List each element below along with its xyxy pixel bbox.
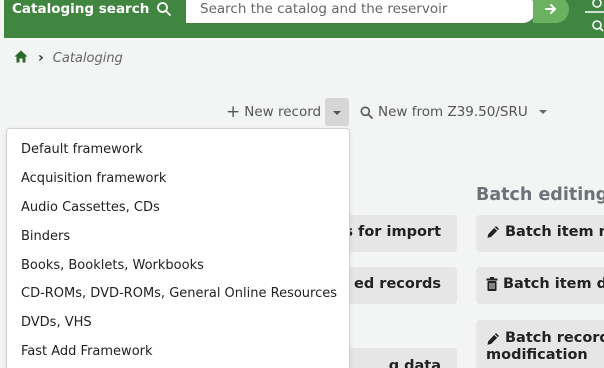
framework-dropdown-menu: Default framework Acquisition framework … [6,128,350,368]
breadcrumb-separator: › [38,50,44,66]
new-from-z3950-label: New from Z39.50/SRU [378,104,528,120]
new-record-button[interactable]: + New record [226,98,321,126]
new-record-dropdown-toggle[interactable] [325,98,349,126]
framework-menu-item[interactable]: DVDs, VHS [21,314,92,332]
batch-record-modification-card[interactable]: Batch record modification [476,320,604,368]
batch-record-modification-line1: Batch record [505,330,604,346]
search-icon [360,106,373,119]
batch-item-deletion-card[interactable]: Batch item d [476,267,604,304]
batch-item-modification-card[interactable]: Batch item m [476,215,604,252]
search-icon[interactable] [156,1,174,17]
trash-icon [486,277,498,291]
breadcrumb: › Cataloging [14,48,123,68]
framework-menu-item[interactable]: Default framework [21,141,143,159]
batch-record-modification-line2: modification [486,347,588,363]
catalog-search-input[interactable] [200,0,520,18]
arrow-right-icon [545,4,556,14]
search-options-icon[interactable] [584,0,604,38]
pencil-icon [487,226,499,238]
header-bar: Cataloging search [4,0,604,38]
framework-menu-item[interactable]: Books, Booklets, Workbooks [21,257,204,275]
caret-down-icon [333,111,341,115]
framework-menu-item[interactable]: CD-ROMs, DVD-ROMs, General Online Resour… [21,285,337,303]
batch-item-deletion-label: Batch item d [503,276,604,292]
framework-menu-item[interactable]: Fast Add Framework [21,343,153,361]
plus-icon: + [226,101,241,122]
framework-menu-item[interactable]: Acquisition framework [21,170,166,188]
stage-records-label: s for import [344,224,441,240]
z3950-caret-down-icon[interactable] [539,110,547,114]
catalog-search-box [186,0,536,23]
pencil-icon [487,333,499,345]
header-title[interactable]: Cataloging search [12,0,149,18]
batch-item-modification-label: Batch item m [505,224,604,240]
home-icon[interactable] [14,50,28,67]
export-data-label: g data [388,358,441,368]
breadcrumb-current: Cataloging [52,50,123,66]
manage-staged-label: ed records [354,276,441,292]
framework-menu-item[interactable]: Binders [21,228,70,246]
new-from-z3950-button[interactable]: New from Z39.50/SRU [360,98,528,126]
framework-menu-item[interactable]: Audio Cassettes, CDs [21,199,160,217]
new-record-label: New record [244,104,322,120]
batch-editing-title: Batch editing [476,185,604,205]
search-submit-button[interactable] [533,0,569,23]
